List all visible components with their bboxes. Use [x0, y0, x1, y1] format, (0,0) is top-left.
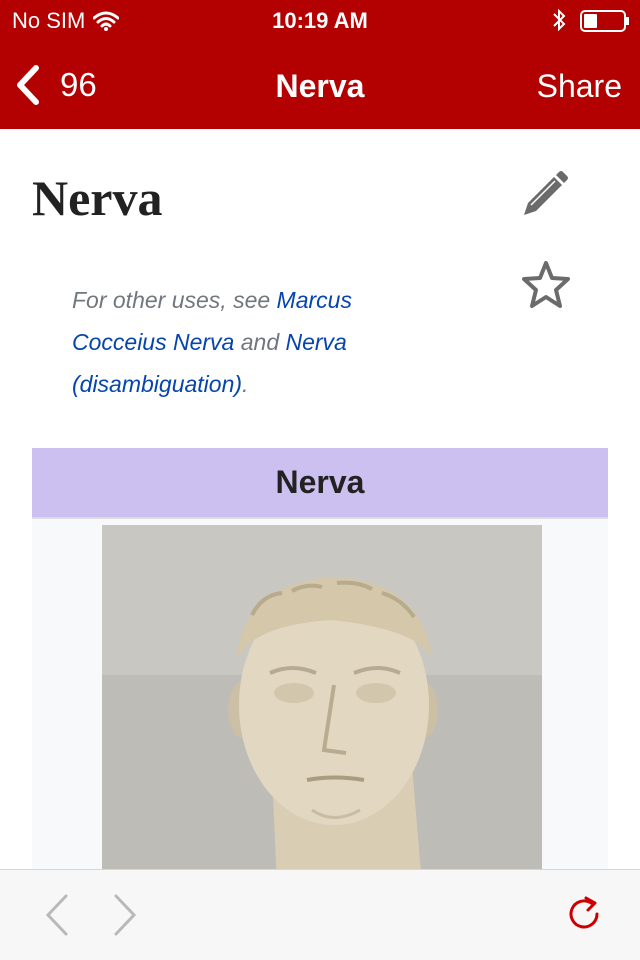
infobox-header: Nerva	[32, 448, 608, 519]
top-bar: No SIM 10:19 AM 96 Nerva Share	[0, 0, 640, 129]
bottom-toolbar	[0, 869, 640, 960]
back-button[interactable]: 96	[14, 62, 97, 108]
status-time: 10:19 AM	[272, 8, 368, 33]
hatnote: For other uses, see Marcus Cocceius Nerv…	[72, 279, 452, 405]
battery-icon	[580, 10, 629, 32]
status-bar: No SIM 10:19 AM	[0, 0, 640, 42]
pencil-icon[interactable]	[518, 169, 570, 217]
hatnote-suffix: .	[242, 371, 249, 397]
share-button[interactable]: Share	[537, 68, 622, 105]
infobox: Nerva	[32, 448, 608, 869]
hatnote-middle: and	[234, 329, 286, 355]
article-content: Nerva For other uses, see Marcus Cocceiu…	[0, 129, 640, 869]
back-count-label: 96	[60, 66, 97, 103]
reload-icon[interactable]	[564, 894, 604, 934]
chevron-left-icon[interactable]	[40, 892, 76, 938]
hatnote-prefix: For other uses, see	[72, 287, 277, 313]
nerva-bust-image[interactable]	[102, 525, 542, 869]
chevron-left-icon	[17, 65, 39, 105]
navigation-bar: 96 Nerva Share	[0, 42, 640, 129]
star-icon[interactable]	[520, 259, 572, 309]
bluetooth-icon	[553, 8, 566, 32]
chevron-right-icon[interactable]	[106, 892, 142, 938]
article-title: Nerva	[32, 170, 163, 226]
